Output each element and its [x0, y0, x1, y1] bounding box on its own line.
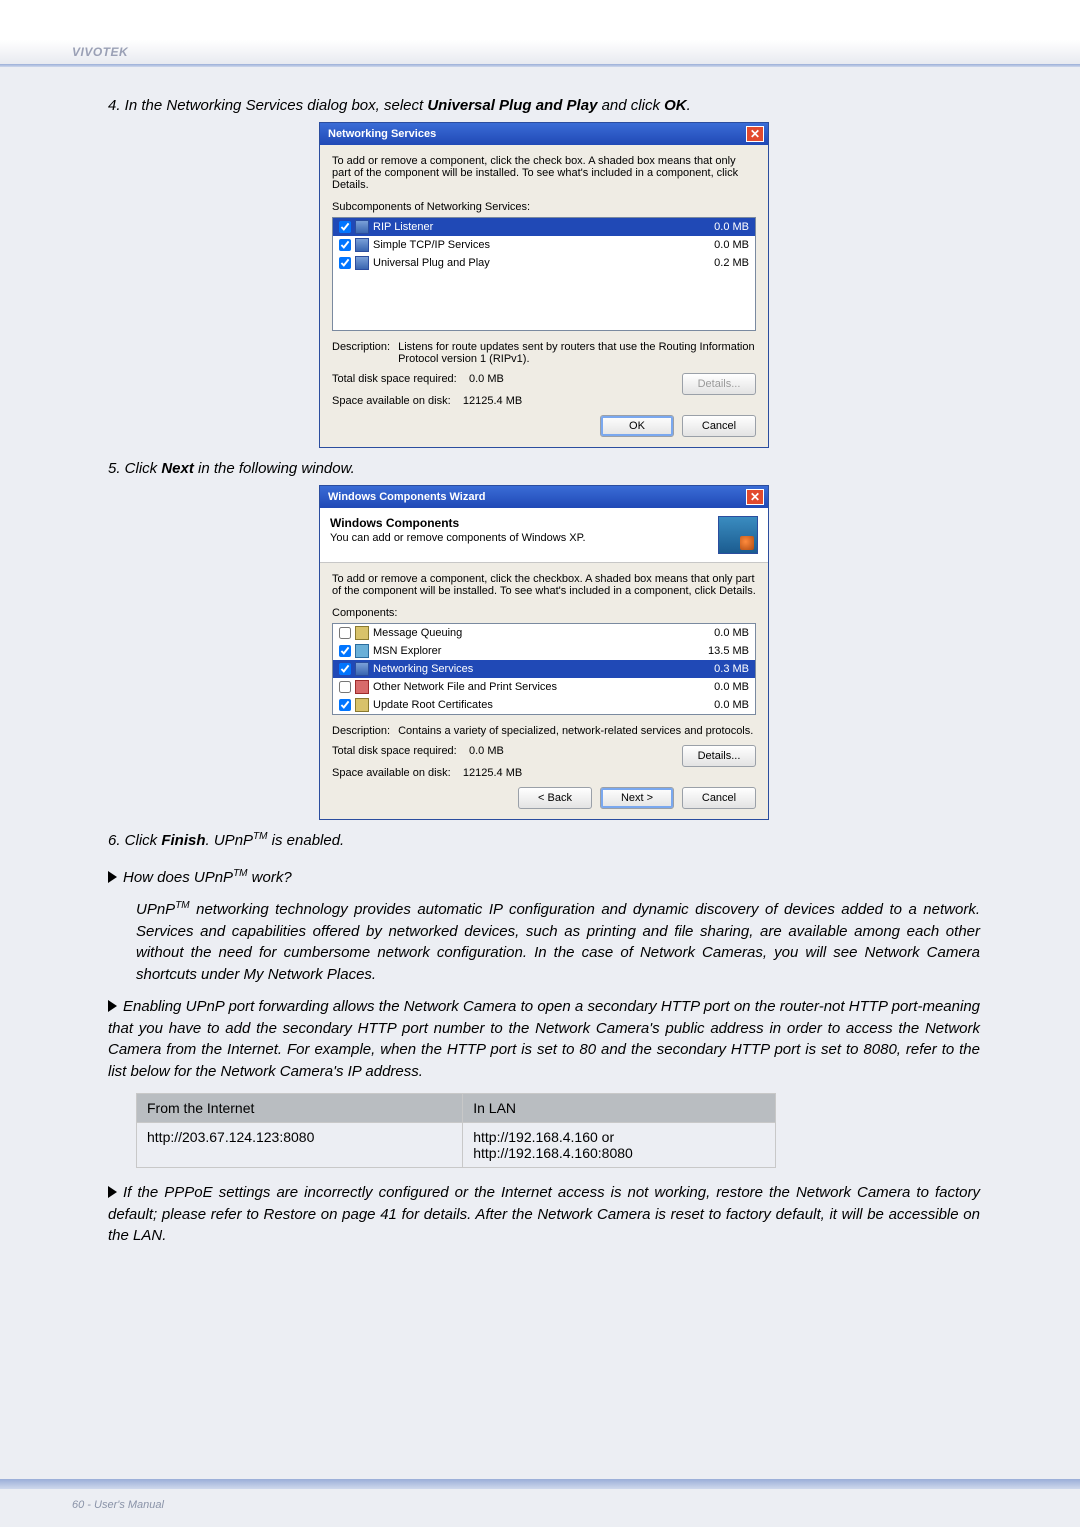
description-label: Description: — [332, 725, 390, 737]
cancel-button[interactable]: Cancel — [682, 415, 756, 437]
checkbox[interactable] — [339, 257, 351, 269]
table-cell: http://192.168.4.160 orhttp://192.168.4.… — [463, 1122, 776, 1167]
list-item-size: 0.0 MB — [714, 627, 749, 639]
wizard-logo-icon — [718, 516, 758, 554]
ok-button[interactable]: OK — [600, 415, 674, 437]
list-item[interactable]: Update Root Certificates 0.0 MB — [333, 696, 755, 714]
list-item-label: Networking Services — [373, 663, 473, 675]
component-icon — [355, 644, 369, 658]
checkbox[interactable] — [339, 663, 351, 675]
dialog-hint: To add or remove a component, click the … — [332, 573, 756, 597]
step-4: 4. In the Networking Services dialog box… — [108, 95, 980, 116]
component-icon — [355, 238, 369, 252]
component-icon — [355, 256, 369, 270]
footer-text: 60 - User's Manual — [72, 1499, 164, 1511]
components-label: Components: — [332, 607, 756, 619]
faq-body: UPnPTM networking technology provides au… — [108, 899, 980, 986]
checkbox[interactable] — [339, 645, 351, 657]
back-button[interactable]: < Back — [518, 787, 592, 809]
close-icon[interactable]: ✕ — [746, 126, 764, 142]
close-icon[interactable]: ✕ — [746, 489, 764, 505]
avail-space-label: Space available on disk: — [332, 767, 451, 779]
total-space-label: Total disk space required: — [332, 745, 457, 757]
list-item[interactable]: RIP Listener 0.0 MB — [333, 218, 755, 236]
table-header: In LAN — [463, 1093, 776, 1122]
list-item-size: 13.5 MB — [708, 645, 749, 657]
list-item-size: 0.3 MB — [714, 663, 749, 675]
list-item[interactable]: Other Network File and Print Services 0.… — [333, 678, 755, 696]
dialog-hint: To add or remove a component, click the … — [332, 155, 756, 191]
list-item-size: 0.0 MB — [714, 699, 749, 711]
list-item-label: RIP Listener — [373, 221, 433, 233]
checkbox[interactable] — [339, 699, 351, 711]
list-item-label: MSN Explorer — [373, 645, 441, 657]
component-icon — [355, 698, 369, 712]
cancel-button[interactable]: Cancel — [682, 787, 756, 809]
faq-body: Enabling UPnP port forwarding allows the… — [108, 996, 980, 1083]
dialog-networking-services: Networking Services ✕ To add or remove a… — [319, 122, 769, 448]
list-item[interactable]: Universal Plug and Play 0.2 MB — [333, 254, 755, 272]
step-6: 6. Click Finish. UPnPTM is enabled. — [108, 830, 980, 851]
dialog-windows-components: Windows Components Wizard ✕ Windows Comp… — [319, 485, 769, 820]
address-table: From the Internet In LAN http://203.67.1… — [136, 1093, 776, 1168]
checkbox[interactable] — [339, 239, 351, 251]
description-text: Listens for route updates sent by router… — [398, 341, 756, 365]
table-header: From the Internet — [137, 1093, 463, 1122]
triangle-bullet-icon — [108, 871, 117, 883]
list-item-size: 0.0 MB — [714, 221, 749, 233]
subcomponents-label: Subcomponents of Networking Services: — [332, 201, 756, 213]
subcomponents-listbox[interactable]: RIP Listener 0.0 MB Simple TCP/IP Servic… — [332, 217, 756, 331]
checkbox[interactable] — [339, 221, 351, 233]
triangle-bullet-icon — [108, 1186, 117, 1198]
brand-label: VIVOTEK — [72, 45, 128, 59]
wizard-subheading: You can add or remove components of Wind… — [330, 532, 586, 544]
header-rule — [0, 64, 1080, 67]
list-item-label: Universal Plug and Play — [373, 257, 490, 269]
avail-space-value: 12125.4 MB — [463, 395, 522, 407]
component-icon — [355, 662, 369, 676]
total-space-value: 0.0 MB — [469, 745, 504, 757]
list-item-label: Simple TCP/IP Services — [373, 239, 490, 251]
faq-heading: How does UPnPTM work? — [108, 867, 980, 889]
list-item-size: 0.0 MB — [714, 239, 749, 251]
faq-body: If the PPPoE settings are incorrectly co… — [108, 1182, 980, 1247]
list-item-size: 0.2 MB — [714, 257, 749, 269]
dialog-title: Windows Components Wizard — [328, 491, 485, 503]
total-space-label: Total disk space required: — [332, 373, 457, 385]
list-item-label: Message Queuing — [373, 627, 462, 639]
footer-rule — [0, 1479, 1080, 1489]
component-icon — [355, 626, 369, 640]
total-space-value: 0.0 MB — [469, 373, 504, 385]
checkbox[interactable] — [339, 681, 351, 693]
avail-space-label: Space available on disk: — [332, 395, 451, 407]
table-cell: http://203.67.124.123:8080 — [137, 1122, 463, 1167]
step-5: 5. Click Next in the following window. — [108, 458, 980, 479]
list-item-label: Other Network File and Print Services — [373, 681, 557, 693]
details-button: Details... — [682, 373, 756, 395]
dialog-title: Networking Services — [328, 128, 436, 140]
checkbox[interactable] — [339, 627, 351, 639]
list-item-size: 0.0 MB — [714, 681, 749, 693]
list-item[interactable]: Networking Services 0.3 MB — [333, 660, 755, 678]
components-listbox[interactable]: Message Queuing 0.0 MB MSN Explorer 13.5… — [332, 623, 756, 715]
list-item-label: Update Root Certificates — [373, 699, 493, 711]
wizard-heading: Windows Components — [330, 516, 586, 530]
triangle-bullet-icon — [108, 1000, 117, 1012]
avail-space-value: 12125.4 MB — [463, 767, 522, 779]
list-item[interactable]: MSN Explorer 13.5 MB — [333, 642, 755, 660]
list-item[interactable]: Simple TCP/IP Services 0.0 MB — [333, 236, 755, 254]
next-button[interactable]: Next > — [600, 787, 674, 809]
description-label: Description: — [332, 341, 390, 365]
component-icon — [355, 680, 369, 694]
component-icon — [355, 220, 369, 234]
list-item[interactable]: Message Queuing 0.0 MB — [333, 624, 755, 642]
details-button[interactable]: Details... — [682, 745, 756, 767]
description-text: Contains a variety of specialized, netwo… — [398, 725, 753, 737]
